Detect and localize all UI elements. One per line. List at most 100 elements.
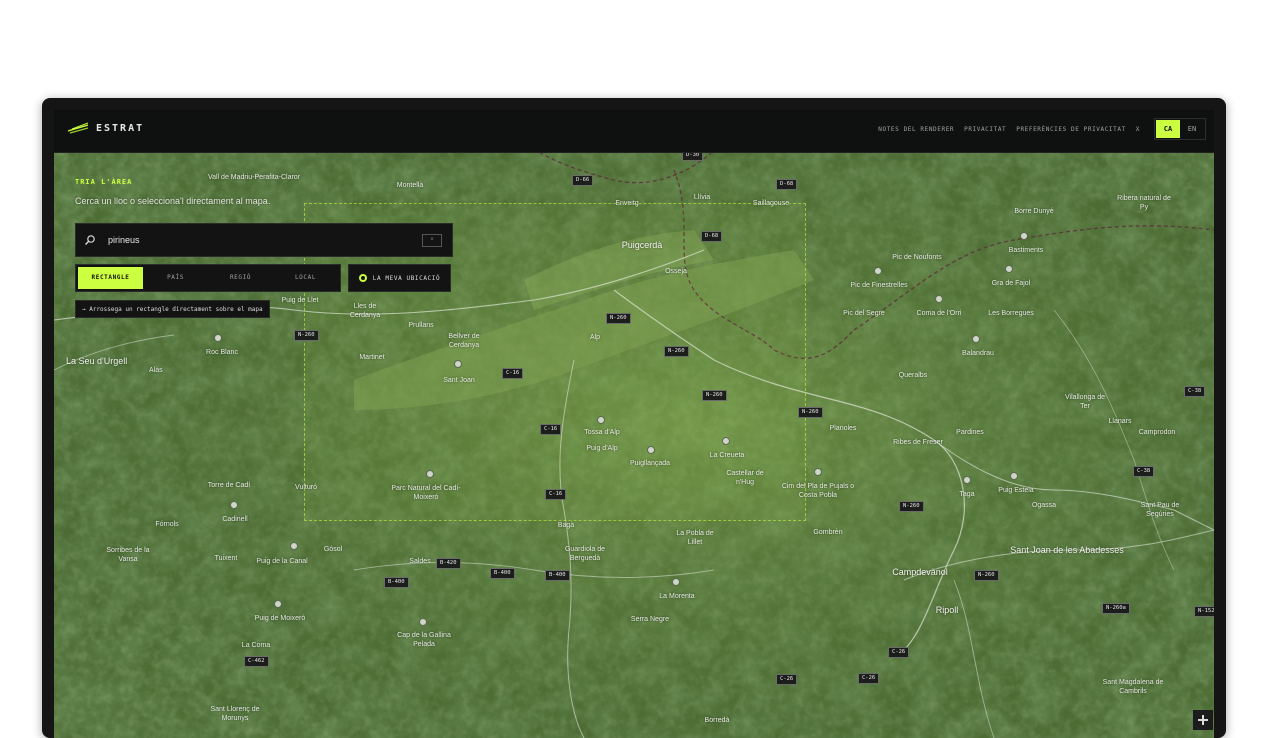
panel-subtitle: Cerca un lloc o selecciona'l directament… — [75, 196, 271, 206]
place-label: Sorribes de la Vansa — [106, 547, 150, 563]
place-label: Bastiments — [1008, 247, 1044, 254]
place-label: Balandrau — [962, 350, 994, 357]
top-nav: NOTES DEL RENDERER PRIVACITAT PREFERÈNCI… — [878, 118, 1206, 140]
place-label: Vall de Madriu-Perafita-Claror — [207, 174, 301, 181]
road-shield: N-152 — [1194, 606, 1214, 617]
place-label: Queralbs — [898, 372, 928, 379]
search-box[interactable]: pirineus × — [75, 223, 453, 257]
place-label: Bellver de Cerdanya — [448, 333, 480, 349]
nav-privacy[interactable]: PRIVACITAT — [964, 126, 1006, 133]
place-label: Lles de Cerdanya — [349, 303, 381, 319]
peak-marker — [1005, 265, 1013, 273]
place-label: Osseja — [665, 268, 687, 275]
peak-marker — [214, 334, 222, 342]
selection-mode-tabs: RECTANGLE PAÍS REGIÓ LOCAL — [75, 264, 341, 292]
place-label: Puig de Moixeró — [254, 615, 306, 622]
place-label: La Coma — [241, 642, 271, 649]
place-label: Vulturó — [295, 484, 317, 491]
strata-icon — [68, 122, 88, 134]
zoom-in-button[interactable] — [1193, 710, 1213, 730]
place-label: Vilallonga de Ter — [1065, 394, 1105, 410]
place-label: Saillagouse — [752, 200, 790, 207]
place-label: Taga — [959, 491, 975, 498]
peak-marker — [814, 468, 822, 476]
road-shield: B-400 — [490, 568, 515, 579]
road-shield: N-260 — [294, 330, 319, 341]
place-label: Ogassa — [1031, 502, 1057, 509]
place-label: La Seu d'Urgell — [66, 356, 128, 366]
my-location-button[interactable]: LA MEVA UBICACIÓ — [348, 264, 451, 292]
place-label: Sant Magdalena de Cambrils — [1102, 679, 1164, 695]
road-shield: C-16 — [540, 424, 562, 435]
peak-marker — [230, 501, 238, 509]
clear-search-button[interactable]: × — [422, 233, 442, 247]
mode-rectangle-tab[interactable]: RECTANGLE — [78, 267, 143, 289]
place-label: Pic de Noufonts — [892, 254, 942, 261]
place-label: Ribera natural de Py — [1117, 195, 1171, 211]
place-label: Martinet — [359, 354, 385, 361]
road-shield: D-68 — [776, 179, 798, 190]
brand-logo[interactable]: ESTRAT — [68, 122, 144, 134]
language-switcher: CA EN — [1154, 118, 1206, 140]
place-label: La Creueta — [709, 452, 745, 459]
mode-region-tab[interactable]: REGIÓ — [208, 267, 273, 289]
place-label: Llanars — [1108, 418, 1132, 425]
place-label: Gra de Fajol — [991, 280, 1031, 287]
search-input[interactable]: pirineus — [108, 235, 422, 245]
road-shield: B-400 — [545, 570, 570, 581]
place-label: Coma de l'Orri — [916, 310, 962, 317]
road-shield: N-260 — [702, 390, 727, 401]
place-label: Ribes de Freser — [893, 439, 943, 446]
drag-hint: → Arrossega un rectangle directament sob… — [75, 300, 270, 318]
road-shield: C-16 — [545, 489, 567, 500]
nav-privacy-preferences[interactable]: PREFERÈNCIES DE PRIVACITAT — [1016, 126, 1126, 133]
place-label: Puigllançada — [629, 460, 671, 467]
mode-country-tab[interactable]: PAÍS — [143, 267, 208, 289]
place-label: Sant Joan de les Abadesses — [1010, 545, 1124, 555]
road-shield: C-462 — [244, 656, 269, 667]
peak-marker — [935, 295, 943, 303]
road-shield: N-260 — [606, 313, 631, 324]
my-location-label: LA MEVA UBICACIÓ — [372, 274, 441, 282]
road-shield: B-420 — [436, 558, 461, 569]
peak-marker — [290, 542, 298, 550]
place-label: Llívia — [693, 194, 711, 201]
x-social-link[interactable]: X — [1136, 126, 1140, 133]
road-shield: C-26 — [776, 674, 798, 685]
place-label: La Morenta — [659, 593, 695, 600]
place-label: Borre Dunyé — [1014, 208, 1054, 215]
brand-name: ESTRAT — [96, 122, 145, 134]
place-label: Enveitg — [615, 200, 639, 207]
peak-marker — [597, 416, 605, 424]
road-shield: N-260 — [798, 407, 823, 418]
peak-marker — [672, 578, 680, 586]
road-shield: N-260 — [974, 570, 999, 581]
place-label: La Pobla de Lillet — [676, 530, 714, 546]
nav-renderer-notes[interactable]: NOTES DEL RENDERER — [878, 126, 954, 133]
mode-local-tab[interactable]: LOCAL — [273, 267, 338, 289]
place-label: Serra Negre — [630, 616, 670, 623]
place-label: Fórnols — [155, 521, 179, 528]
road-shield: N-260 — [664, 346, 689, 357]
panel-title: TRIA L'ÀREA — [75, 178, 133, 186]
place-label: Puig Estela — [998, 487, 1034, 494]
place-label: Sant Joan — [443, 377, 475, 384]
place-label: Gombrèn — [813, 529, 843, 536]
place-label: Saldes — [409, 558, 431, 565]
place-label: Puigcerdà — [621, 240, 663, 250]
lang-ca-button[interactable]: CA — [1156, 120, 1180, 138]
road-shield: D-66 — [572, 175, 594, 186]
place-label: Tossa d'Alp — [584, 429, 620, 436]
place-label: Puig de Llet — [281, 297, 319, 304]
place-label: Cim del Pla de Pujals o Costa Pobla — [781, 483, 855, 499]
place-label: Borredà — [704, 717, 730, 724]
road-shield: C-26 — [858, 673, 880, 684]
peak-marker — [274, 600, 282, 608]
peak-marker — [426, 470, 434, 478]
road-shield: B-400 — [384, 577, 409, 588]
lang-en-button[interactable]: EN — [1180, 120, 1204, 138]
place-label: Torre de Cadí — [207, 482, 251, 489]
place-label: Tuixent — [214, 555, 238, 562]
place-label: Campdevànol — [892, 567, 948, 577]
peak-marker — [722, 437, 730, 445]
